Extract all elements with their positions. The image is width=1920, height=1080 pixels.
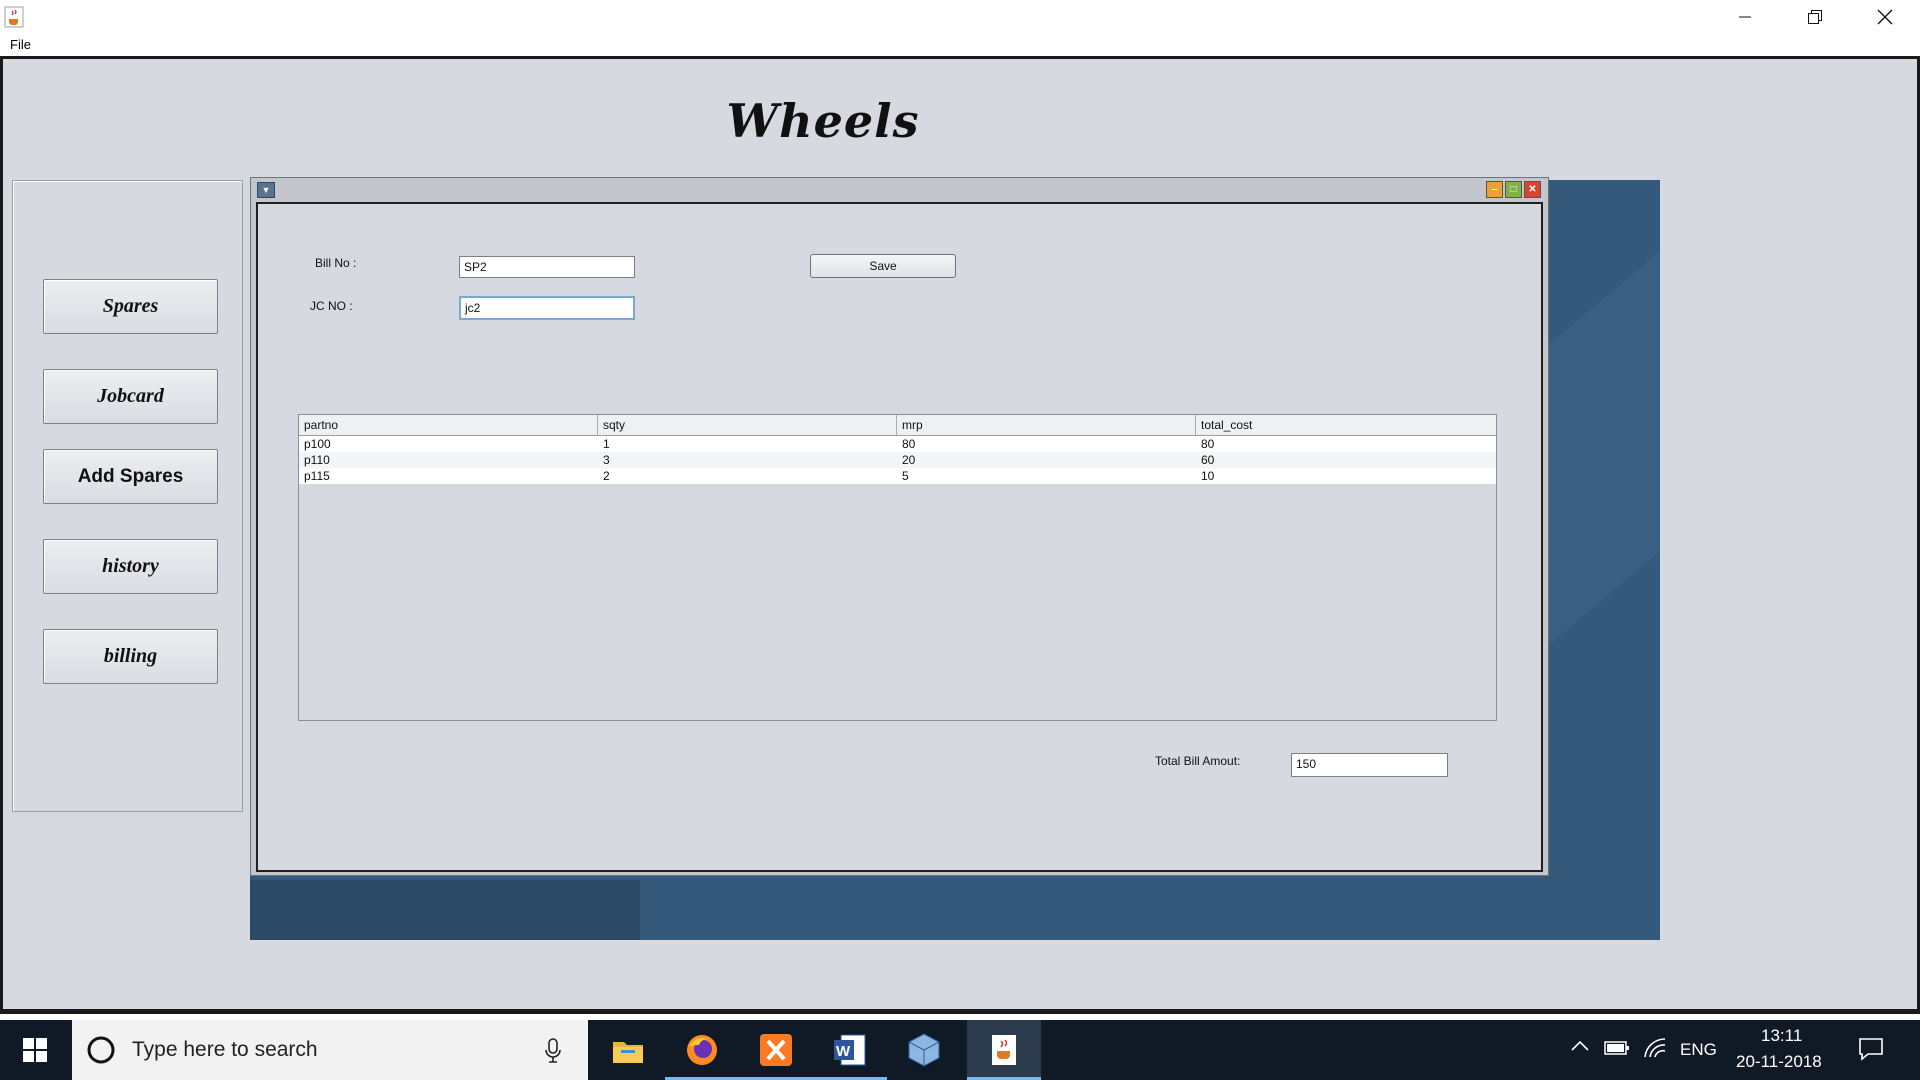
- clock-date[interactable]: 20-11-2018: [1736, 1052, 1822, 1072]
- cortana-icon: [87, 1036, 115, 1064]
- restore-icon: [1808, 10, 1822, 24]
- file-explorer-icon[interactable]: [591, 1020, 665, 1080]
- column-header-mrp[interactable]: mrp: [897, 415, 1196, 435]
- menubar: File: [0, 34, 1920, 56]
- xampp-icon[interactable]: [739, 1020, 813, 1080]
- total-bill-label: Total Bill Amout:: [1155, 754, 1241, 768]
- java-cup-icon[interactable]: [4, 6, 24, 28]
- microphone-icon[interactable]: [545, 1038, 561, 1064]
- firefox-icon[interactable]: [665, 1020, 739, 1080]
- cell-partno: p100: [304, 437, 331, 451]
- cell-mrp: 80: [902, 437, 916, 451]
- sidebar-item-billing[interactable]: billing: [43, 629, 218, 684]
- svg-text:W: W: [836, 1043, 851, 1060]
- cell-total-cost: 60: [1201, 453, 1215, 467]
- cell-partno: p110: [304, 453, 330, 467]
- virtualbox-icon[interactable]: [887, 1020, 961, 1080]
- chevron-up-icon[interactable]: [1570, 1037, 1590, 1057]
- column-header-total-cost[interactable]: total_cost: [1196, 415, 1496, 435]
- minimize-button[interactable]: [1710, 0, 1780, 34]
- column-header-sqty[interactable]: sqty: [598, 415, 897, 435]
- taskbar: Type here to search W ENG 13:11 20-11-20…: [0, 1020, 1920, 1080]
- table-row[interactable]: p100 1 80 80: [299, 436, 1496, 452]
- cell-sqty: 2: [603, 469, 610, 483]
- clock-time[interactable]: 13:11: [1761, 1026, 1802, 1046]
- bill-no-field[interactable]: SP2: [459, 256, 635, 278]
- total-bill-field[interactable]: 150: [1291, 753, 1448, 777]
- table-header: partno sqty mrp total_cost: [299, 415, 1496, 436]
- sidebar-item-history[interactable]: history: [43, 539, 218, 594]
- menu-file[interactable]: File: [10, 37, 31, 52]
- sidebar: Spares Jobcard Add Spares history billin…: [12, 180, 243, 812]
- app-title: Wheels: [726, 94, 920, 148]
- internal-frame-body: Bill No : SP2 JC NO : jc2 Save partno sq…: [256, 202, 1543, 872]
- table-row[interactable]: p110 3 20 60: [299, 452, 1496, 468]
- java-app-taskbar-icon[interactable]: [967, 1020, 1041, 1080]
- close-icon[interactable]: ✕: [1524, 181, 1541, 198]
- bill-no-label: Bill No :: [315, 256, 357, 270]
- sidebar-item-spares[interactable]: Spares: [43, 279, 218, 334]
- close-icon: [1877, 9, 1893, 25]
- cell-sqty: 3: [603, 453, 610, 467]
- language-indicator[interactable]: ENG: [1680, 1040, 1717, 1060]
- chevron-down-icon[interactable]: ▼: [257, 182, 275, 198]
- restore-button[interactable]: [1780, 0, 1850, 34]
- cell-sqty: 1: [603, 437, 610, 451]
- cell-mrp: 5: [902, 469, 909, 483]
- internal-frame-titlebar[interactable]: ▼ – □ ✕: [251, 178, 1548, 200]
- cell-total-cost: 10: [1201, 469, 1215, 483]
- minimize-icon[interactable]: –: [1486, 181, 1503, 198]
- table-row[interactable]: p115 2 5 10: [299, 468, 1496, 484]
- billing-internal-frame: ▼ – □ ✕ Bill No : SP2 JC NO : jc2 Save p…: [250, 177, 1549, 876]
- jc-no-label: JC NO :: [310, 299, 353, 313]
- close-button[interactable]: [1850, 0, 1920, 34]
- windows-logo-icon: [23, 1038, 47, 1062]
- cell-partno: p115: [304, 469, 330, 483]
- desktop-shade: [250, 880, 640, 940]
- maximize-icon[interactable]: □: [1505, 181, 1522, 198]
- wifi-icon[interactable]: [1643, 1037, 1667, 1064]
- column-header-partno[interactable]: partno: [299, 415, 598, 435]
- cell-mrp: 20: [902, 453, 916, 467]
- start-button[interactable]: [0, 1020, 70, 1080]
- cell-total-cost: 80: [1201, 437, 1215, 451]
- search-placeholder: Type here to search: [132, 1038, 318, 1061]
- minimize-icon: [1739, 16, 1751, 18]
- word-icon[interactable]: W: [813, 1020, 887, 1080]
- window-titlebar: [0, 0, 1920, 34]
- jc-no-field[interactable]: jc2: [459, 296, 635, 320]
- notifications-icon[interactable]: [1858, 1036, 1884, 1067]
- sidebar-item-jobcard[interactable]: Jobcard: [43, 369, 218, 424]
- sidebar-item-add-spares[interactable]: Add Spares: [43, 449, 218, 504]
- parts-table: partno sqty mrp total_cost p100 1 80 80 …: [298, 414, 1497, 721]
- save-button[interactable]: Save: [810, 254, 956, 278]
- taskbar-search[interactable]: Type here to search: [72, 1020, 588, 1080]
- battery-icon[interactable]: [1604, 1040, 1630, 1061]
